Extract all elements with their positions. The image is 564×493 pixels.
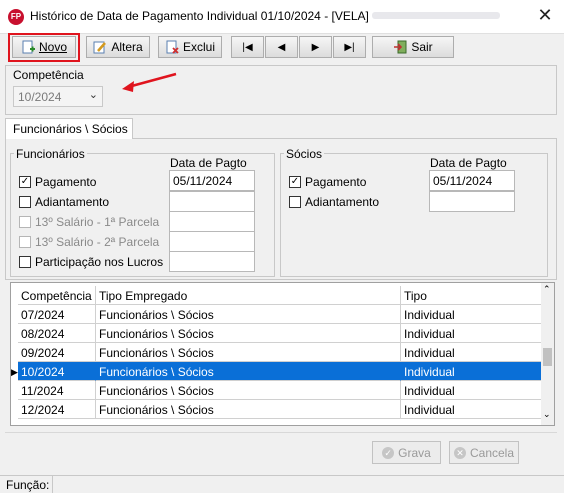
participacao-label: Participação nos Lucros <box>35 255 164 269</box>
participacao-checkbox[interactable] <box>19 256 31 268</box>
funcionarios-title: Funcionários <box>14 147 87 161</box>
competencia-select[interactable]: 10/2024 ⌄ <box>13 86 103 107</box>
socios-adiantamento-label: Adiantamento <box>305 195 380 209</box>
competencia-value: 10/2024 <box>18 90 62 104</box>
socios-date-header: Data de Pagto <box>430 156 507 170</box>
funcao-label: Função: <box>6 478 50 492</box>
sair-button[interactable]: Sair <box>372 36 454 58</box>
pagamento-label: Pagamento <box>35 175 97 189</box>
adiantamento-date-field[interactable] <box>169 191 255 212</box>
grid-cell: Funcionários \ Sócios <box>96 305 401 324</box>
app-logo-icon: FP <box>8 9 24 25</box>
status-divider <box>52 476 53 493</box>
tab-funcionarios-socios[interactable]: Funcionários \ Sócios <box>5 118 133 139</box>
prev-record-button[interactable]: ◀ <box>265 36 298 58</box>
altera-label: Altera <box>111 40 143 54</box>
grid-cell: Individual <box>401 305 546 324</box>
cancel-circle-icon: ✕ <box>453 446 466 459</box>
title-redacted <box>372 12 500 19</box>
close-button[interactable]: ✕ <box>534 4 556 28</box>
decimo-segunda-label: 13º Salário - 2ª Parcela <box>35 235 160 249</box>
annotation-arrow-icon <box>122 72 177 92</box>
tab-label: Funcionários \ Sócios <box>13 122 128 136</box>
grid-cell: Individual <box>401 381 546 400</box>
socios-pagamento-label: Pagamento <box>305 175 367 189</box>
socios-pagamento-date-field[interactable]: 05/11/2024 <box>429 170 515 191</box>
altera-button[interactable]: Altera <box>86 36 150 58</box>
column-header[interactable]: Tipo Empregado <box>96 286 401 305</box>
column-header[interactable]: Competência <box>18 286 96 305</box>
grid-cell: Funcionários \ Sócios <box>96 324 401 343</box>
socios-adiantamento-checkbox[interactable] <box>289 196 301 208</box>
grid-cell: Individual <box>401 324 546 343</box>
scroll-thumb[interactable] <box>543 348 552 366</box>
scroll-down-icon[interactable]: ⌄ <box>543 409 551 420</box>
delete-document-icon <box>165 40 179 54</box>
grid-cell: Funcionários \ Sócios <box>96 400 401 419</box>
chevron-down-icon: ⌄ <box>88 89 98 101</box>
socios-adiantamento-date-field[interactable] <box>429 191 515 212</box>
competencia-label: Competência <box>13 68 84 82</box>
title-bar: FP Histórico de Data de Pagamento Indivi… <box>0 0 564 34</box>
adiantamento-label: Adiantamento <box>35 195 110 209</box>
grid-cell: 08/2024 <box>18 324 96 343</box>
grid-scrollbar[interactable]: ⌃ ⌄ <box>541 283 554 425</box>
cancela-button[interactable]: ✕ Cancela <box>449 441 519 464</box>
next-record-button[interactable]: ▶ <box>299 36 332 58</box>
status-bar: Função: <box>0 475 564 493</box>
grid-cell: 07/2024 <box>18 305 96 324</box>
grid-cell: Individual <box>401 362 546 381</box>
grid-cell: 12/2024 <box>18 400 96 419</box>
grid-cell: 09/2024 <box>18 343 96 362</box>
pagamento-date-value: 05/11/2024 <box>173 174 233 188</box>
check-circle-icon: ✓ <box>382 446 395 459</box>
exclui-button[interactable]: Exclui <box>158 36 222 58</box>
pagamento-date-field[interactable]: 05/11/2024 <box>169 170 255 191</box>
novo-label: Novo <box>38 40 67 54</box>
grid-cell: 11/2024 <box>18 381 96 400</box>
adiantamento-checkbox[interactable] <box>19 196 31 208</box>
grava-label: Grava <box>398 445 431 460</box>
decimo-segunda-date-field <box>169 231 255 252</box>
decimo-segunda-checkbox <box>19 236 31 248</box>
pagamento-checkbox[interactable]: ✓ <box>19 176 31 188</box>
grid-cell: Funcionários \ Sócios <box>96 343 401 362</box>
socios-pagamento-date-value: 05/11/2024 <box>433 174 493 188</box>
grid-cell: Individual <box>401 343 546 362</box>
decimo-primeira-date-field <box>169 211 255 232</box>
grava-button[interactable]: ✓ Grava <box>372 441 441 464</box>
grid-cell: 10/2024 <box>18 362 96 381</box>
novo-button[interactable]: Novo <box>12 36 76 58</box>
participacao-date-field[interactable] <box>169 251 255 272</box>
funcionarios-date-header: Data de Pagto <box>170 156 247 170</box>
exclui-label: Exclui <box>182 40 215 54</box>
grid-cell: Funcionários \ Sócios <box>96 381 401 400</box>
sair-label: Sair <box>411 40 433 54</box>
edit-pencil-icon <box>93 40 107 54</box>
exit-door-icon <box>393 40 407 54</box>
grid-cell: Funcionários \ Sócios <box>96 362 401 381</box>
socios-pagamento-checkbox[interactable]: ✓ <box>289 176 301 188</box>
history-grid: Competência Tipo Empregado Tipo 07/2024 … <box>10 282 555 426</box>
last-record-button[interactable]: ▶| <box>333 36 366 58</box>
new-document-icon <box>21 40 35 54</box>
row-indicator-icon: ▶ <box>11 367 18 377</box>
window-title: Histórico de Data de Pagamento Individua… <box>30 9 377 23</box>
decimo-primeira-checkbox <box>19 216 31 228</box>
socios-title: Sócios <box>284 147 325 161</box>
cancela-label: Cancela <box>469 445 515 460</box>
decimo-primeira-label: 13º Salário - 1ª Parcela <box>35 215 160 229</box>
scroll-up-icon[interactable]: ⌃ <box>543 284 551 295</box>
first-record-button[interactable]: |◀ <box>231 36 264 58</box>
grid-cell: Individual <box>401 400 546 419</box>
column-header[interactable]: Tipo <box>401 286 546 305</box>
bottom-separator <box>5 432 557 433</box>
